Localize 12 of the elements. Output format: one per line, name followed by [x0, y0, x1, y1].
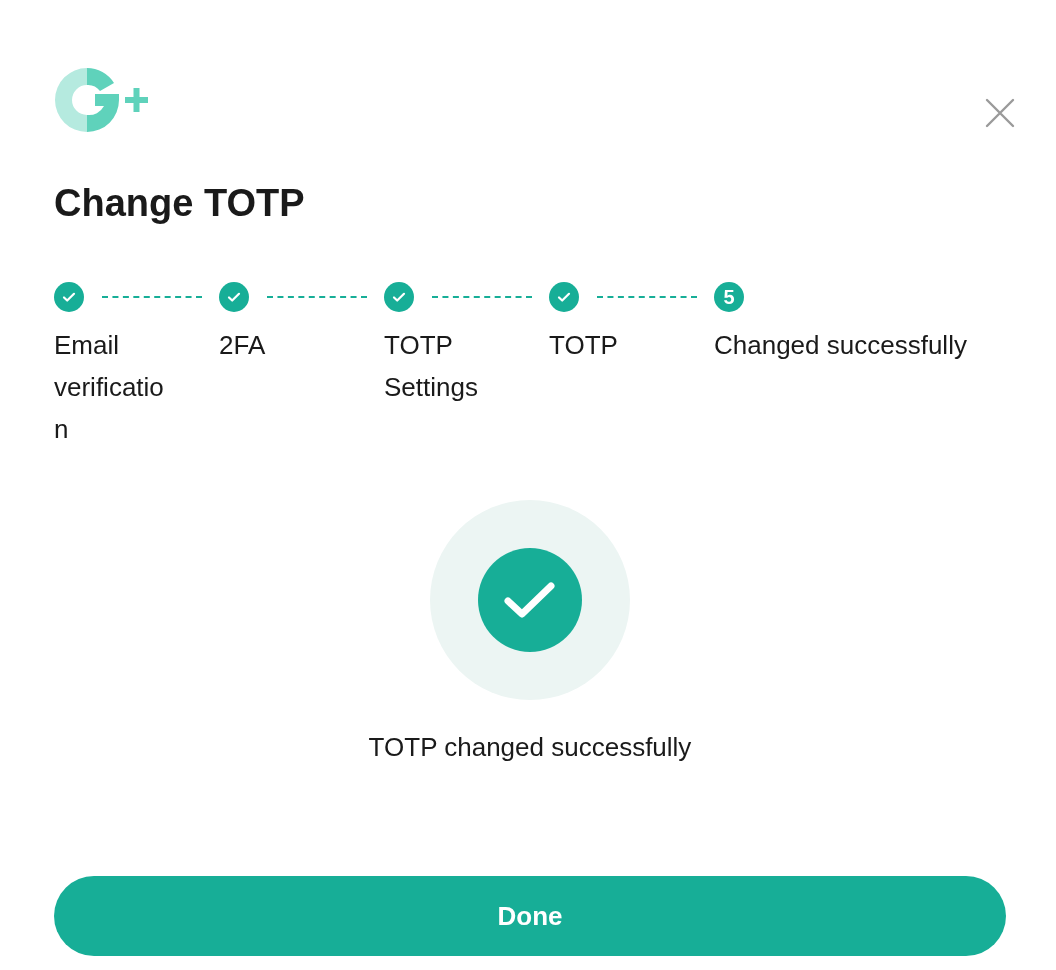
step-label: TOTP	[549, 329, 619, 362]
step-number: 5	[714, 282, 744, 312]
step-label: Email verification	[54, 329, 165, 446]
success-message: TOTP changed successfully	[368, 731, 692, 764]
step-label: Changed successfully	[714, 329, 968, 362]
logo-icon	[54, 67, 150, 133]
done-button[interactable]: Done	[54, 876, 1006, 956]
dialog-title: Change TOTP	[54, 181, 306, 226]
step-label: 2FA	[219, 329, 267, 362]
step-label: TOTP Settings	[384, 329, 479, 404]
close-icon[interactable]	[984, 97, 1016, 129]
check-icon	[478, 548, 582, 652]
